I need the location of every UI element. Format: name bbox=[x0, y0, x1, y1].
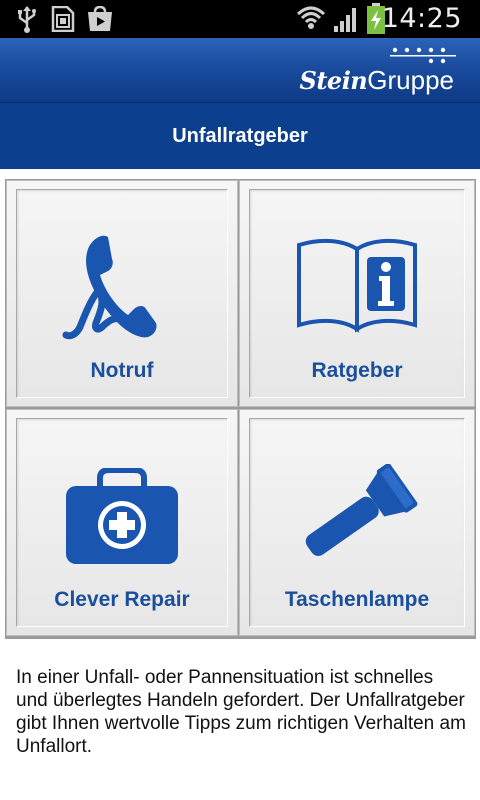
tile-taschenlampe-label: Taschenlampe bbox=[284, 588, 430, 611]
info-book-icon bbox=[297, 238, 417, 333]
page-title: Unfallratgeber bbox=[172, 125, 308, 147]
usb-icon bbox=[18, 6, 36, 33]
signal-icon bbox=[334, 8, 356, 32]
brand-logo-gruppe: Gruppe bbox=[367, 65, 454, 95]
status-clock: 14:25 bbox=[381, 3, 462, 34]
brand-header: SteinGruppe bbox=[0, 38, 480, 103]
tile-notruf-label: Notruf bbox=[90, 359, 154, 382]
sd-card-icon bbox=[51, 6, 75, 32]
status-bar: 14:25 bbox=[0, 0, 480, 38]
description-text: In einer Unfall- oder Pannensituation is… bbox=[16, 667, 466, 757]
tile-taschenlampe[interactable]: Taschenlampe bbox=[239, 409, 475, 636]
wifi-icon bbox=[296, 6, 326, 29]
phone-icon bbox=[62, 235, 157, 340]
tile-grid: Notruf Ratgeber Clever Repair Taschenlam… bbox=[5, 179, 476, 639]
tile-clever-repair[interactable]: Clever Repair bbox=[6, 409, 238, 636]
first-aid-kit-icon bbox=[66, 468, 178, 564]
flashlight-icon bbox=[305, 464, 418, 556]
brand-logo: SteinGruppe bbox=[300, 65, 455, 96]
play-store-icon bbox=[88, 6, 112, 31]
brand-logo-stein: Stein bbox=[299, 66, 368, 95]
tile-ratgeber[interactable]: Ratgeber bbox=[239, 180, 475, 407]
tile-clever-repair-label: Clever Repair bbox=[54, 588, 190, 611]
tile-notruf[interactable]: Notruf bbox=[6, 180, 238, 407]
title-bar: Unfallratgeber bbox=[0, 103, 480, 169]
tile-ratgeber-label: Ratgeber bbox=[311, 359, 403, 382]
